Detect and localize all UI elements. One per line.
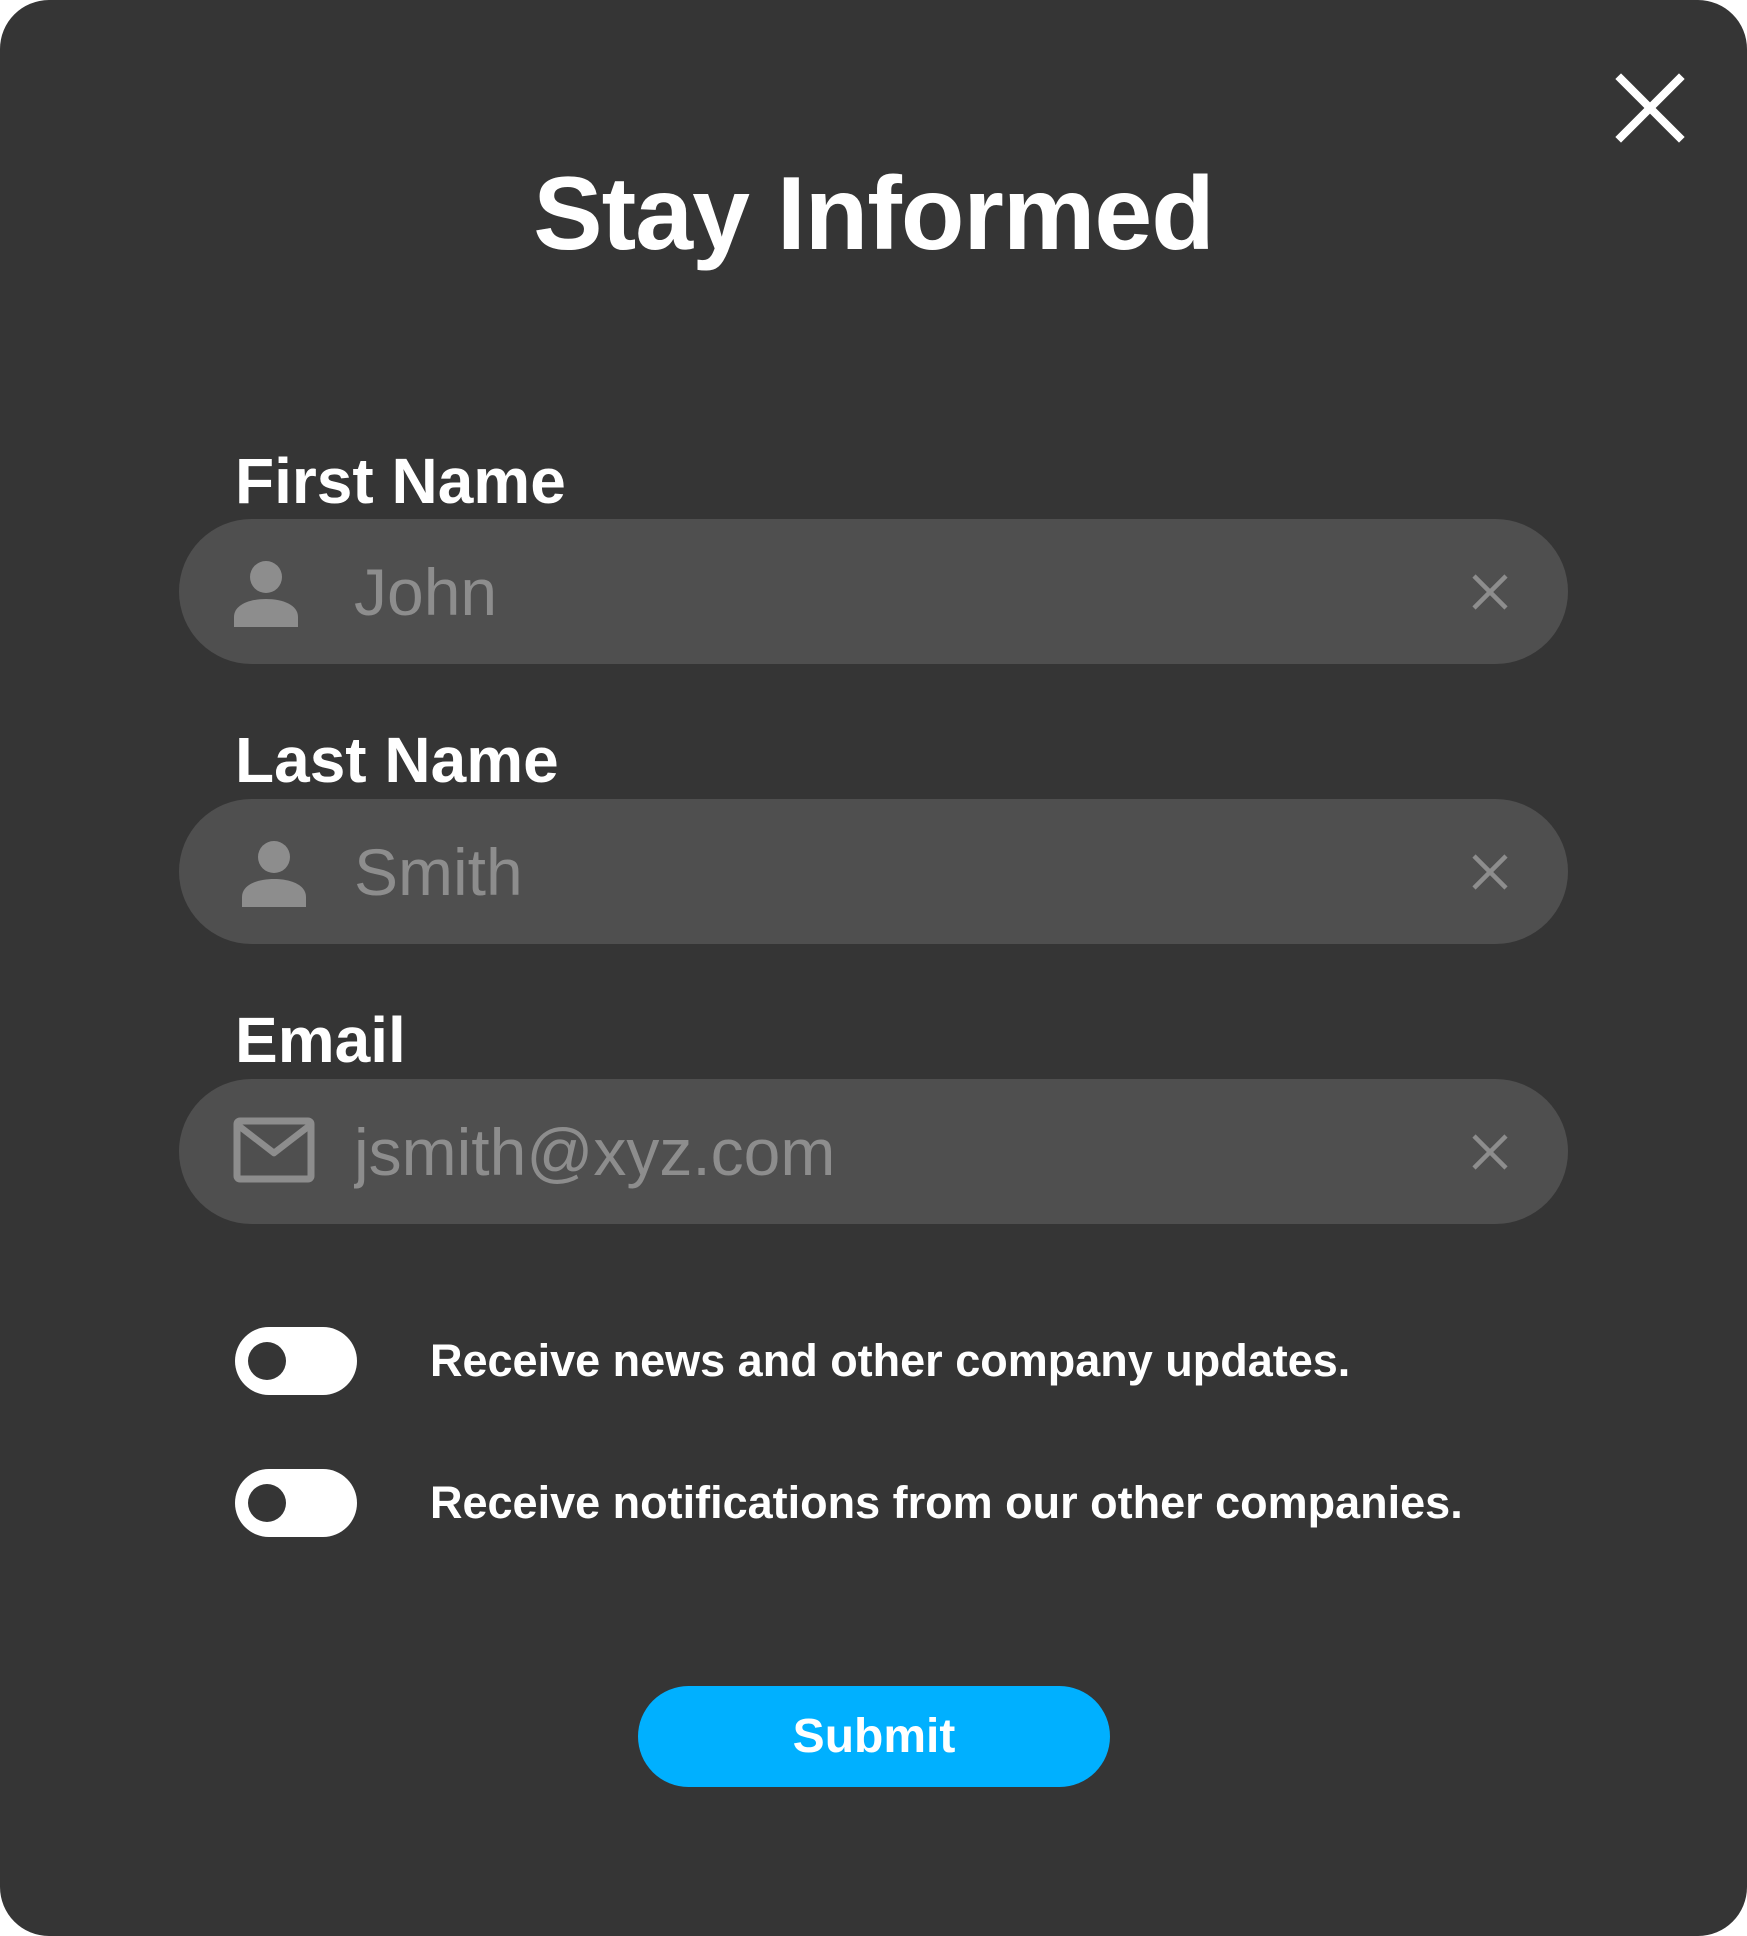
notifications-toggle[interactable]	[235, 1469, 357, 1537]
news-toggle-label: Receive news and other company updates.	[430, 1335, 1351, 1386]
last-name-field[interactable]	[179, 799, 1568, 944]
toggle-knob	[248, 1484, 286, 1522]
close-button[interactable]	[1605, 63, 1695, 153]
clear-icon	[1472, 854, 1508, 890]
toggle-knob	[248, 1342, 286, 1380]
person-icon	[231, 555, 305, 629]
notifications-toggle-label: Receive notifications from our other com…	[430, 1477, 1463, 1528]
email-input[interactable]	[354, 1099, 1354, 1204]
first-name-clear-button[interactable]	[1467, 569, 1513, 615]
mail-icon	[233, 1117, 315, 1183]
last-name-label: Last Name	[235, 724, 559, 796]
close-icon	[1615, 73, 1685, 143]
submit-button[interactable]: Submit	[638, 1686, 1110, 1787]
clear-icon	[1472, 1134, 1508, 1170]
stay-informed-dialog: Stay Informed First Name Last Name	[0, 0, 1747, 1936]
first-name-label: First Name	[235, 445, 566, 517]
email-clear-button[interactable]	[1467, 1129, 1513, 1175]
news-toggle-row: Receive news and other company updates.	[235, 1327, 1635, 1397]
last-name-clear-button[interactable]	[1467, 849, 1513, 895]
first-name-field[interactable]	[179, 519, 1568, 664]
person-icon	[239, 835, 313, 909]
dialog-title: Stay Informed	[533, 156, 1214, 272]
news-toggle[interactable]	[235, 1327, 357, 1395]
clear-icon	[1472, 574, 1508, 610]
last-name-input[interactable]	[354, 819, 1354, 924]
email-label: Email	[235, 1004, 406, 1076]
notifications-toggle-row: Receive notifications from our other com…	[235, 1469, 1635, 1539]
first-name-input[interactable]	[354, 539, 1354, 644]
email-field[interactable]	[179, 1079, 1568, 1224]
